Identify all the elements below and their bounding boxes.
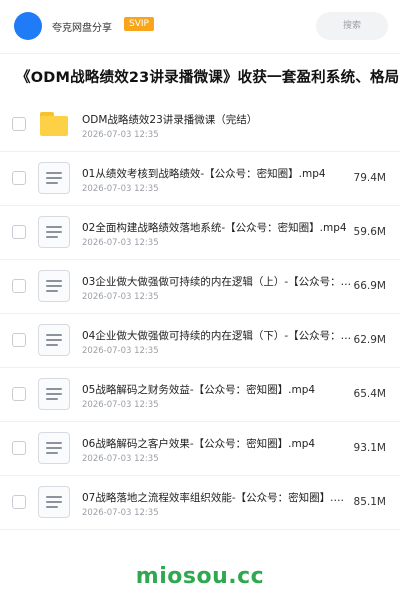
video-file-icon (38, 432, 70, 464)
file-name[interactable]: 06战略解码之客户效果-【公众号：密知圈】.mp4 (82, 436, 352, 451)
list-item[interactable]: 03企业做大做强做可持续的内在逻辑（上）-【公众号：密知圈】.mp4 2026-… (0, 260, 400, 314)
avatar[interactable] (14, 12, 42, 40)
row-checkbox[interactable] (12, 117, 26, 131)
search-input[interactable]: 搜索 (316, 12, 388, 40)
video-file-icon (38, 162, 70, 194)
list-item[interactable]: 07战略落地之流程效率组织效能-【公众号：密知圈】.mp4 2026-07-03… (0, 476, 400, 530)
share-name: 夸克网盘分享 (52, 23, 112, 34)
file-name[interactable]: 02全面构建战略绩效落地系统-【公众号：密知圈】.mp4 (82, 220, 352, 235)
file-date: 2026-07-03 12:35 (82, 400, 159, 410)
video-file-icon (38, 378, 70, 410)
list-item[interactable]: 01从绩效考核到战略绩效-【公众号：密知圈】.mp4 2026-07-03 12… (0, 152, 400, 206)
row-checkbox[interactable] (12, 333, 26, 347)
row-checkbox[interactable] (12, 279, 26, 293)
file-name[interactable]: 04企业做大做强做可持续的内在逻辑（下）-【公众号：密知圈】.mp4 (82, 328, 352, 343)
watermark-text: miosou.cc (135, 564, 265, 589)
file-date: 2026-07-03 12:35 (82, 508, 159, 518)
file-date: 2026-07-03 12:35 (82, 238, 159, 248)
row-checkbox[interactable] (12, 441, 26, 455)
file-date: 2026-07-03 12:35 (82, 184, 159, 194)
file-size: 79.4M (353, 172, 386, 184)
video-file-icon (38, 216, 70, 248)
list-item[interactable]: 05战略解码之财务效益-【公众号：密知圈】.mp4 2026-07-03 12:… (0, 368, 400, 422)
file-name[interactable]: 05战略解码之财务效益-【公众号：密知圈】.mp4 (82, 382, 352, 397)
file-name[interactable]: 07战略落地之流程效率组织效能-【公众号：密知圈】.mp4 (82, 490, 352, 505)
page-title: 《ODM战略绩效23讲录播微课》收获一套盈利系统、格局! (16, 70, 400, 86)
file-size: 93.1M (353, 442, 386, 454)
file-size: 62.9M (353, 334, 386, 346)
list-item[interactable]: ODM战略绩效23讲录播微课（完结） 2026-07-03 12:35 (0, 98, 400, 152)
file-size: 66.9M (353, 280, 386, 292)
file-size: 85.1M (353, 496, 386, 508)
file-date: 2026-07-03 12:35 (82, 292, 159, 302)
video-file-icon (38, 324, 70, 356)
list-item[interactable]: 04企业做大做强做可持续的内在逻辑（下）-【公众号：密知圈】.mp4 2026-… (0, 314, 400, 368)
file-list: ODM战略绩效23讲录播微课（完结） 2026-07-03 12:35 01从绩… (0, 98, 400, 530)
file-name[interactable]: ODM战略绩效23讲录播微课（完结） (82, 112, 382, 127)
share-title-bar: 《ODM战略绩效23讲录播微课》收获一套盈利系统、格局! (0, 54, 400, 98)
file-name[interactable]: 01从绩效考核到战略绩效-【公众号：密知圈】.mp4 (82, 166, 352, 181)
file-name[interactable]: 03企业做大做强做可持续的内在逻辑（上）-【公众号：密知圈】.mp4 (82, 274, 352, 289)
row-checkbox[interactable] (12, 171, 26, 185)
share-header: 夸克网盘分享 SVIP 搜索 (0, 0, 400, 54)
row-checkbox[interactable] (12, 225, 26, 239)
folder-icon (38, 108, 70, 140)
file-date: 2026-07-03 12:35 (82, 454, 159, 464)
file-date: 2026-07-03 12:35 (82, 346, 159, 356)
list-item[interactable]: 02全面构建战略绩效落地系统-【公众号：密知圈】.mp4 2026-07-03 … (0, 206, 400, 260)
file-size: 59.6M (353, 226, 386, 238)
svip-badge: SVIP (124, 17, 154, 31)
row-checkbox[interactable] (12, 387, 26, 401)
row-checkbox[interactable] (12, 495, 26, 509)
file-size: 65.4M (353, 388, 386, 400)
video-file-icon (38, 270, 70, 302)
list-item[interactable]: 06战略解码之客户效果-【公众号：密知圈】.mp4 2026-07-03 12:… (0, 422, 400, 476)
file-date: 2026-07-03 12:35 (82, 130, 159, 140)
video-file-icon (38, 486, 70, 518)
